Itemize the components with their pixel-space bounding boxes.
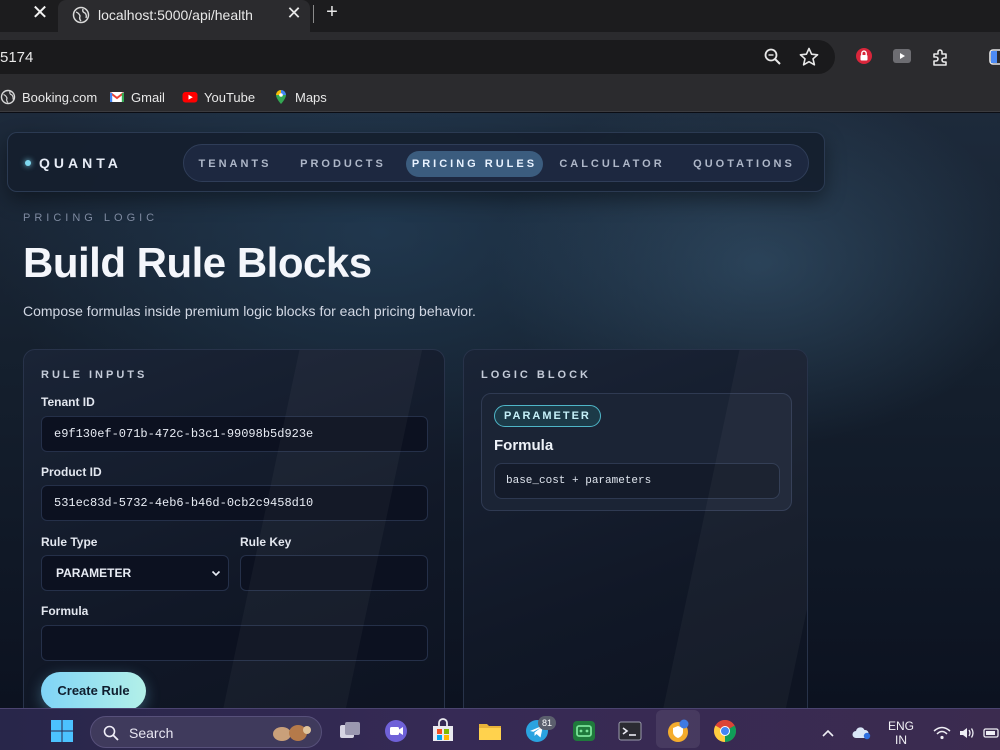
tab-separator	[313, 5, 314, 23]
youtube-icon	[182, 92, 198, 103]
bookmark-label: Booking.com	[22, 89, 98, 105]
browser-tabstrip: ✕ localhost:5000/api/health ✕ +	[0, 0, 1000, 32]
bookmarks-bar: Booking.com Gmail YouTube Maps	[0, 82, 1000, 112]
nav-calculator[interactable]: CALCULATOR	[556, 151, 668, 177]
new-tab-button[interactable]: +	[320, 0, 344, 26]
windows-start-icon[interactable]	[50, 719, 74, 743]
bookmark-label: Maps	[295, 89, 327, 105]
globe-icon	[0, 89, 16, 105]
formula-heading: Formula	[494, 437, 554, 454]
search-icon	[103, 725, 119, 741]
brand-name: QUANTA	[39, 155, 122, 171]
browser-tab[interactable]: localhost:5000/api/health ✕	[58, 0, 310, 32]
active-app-highlight	[656, 710, 700, 748]
logic-block-preview: PARAMETER Formula base_cost + parameters	[481, 393, 792, 511]
bookmark-youtube[interactable]: YouTube	[182, 88, 255, 106]
section-eyebrow: PRICING LOGIC	[23, 212, 159, 224]
close-tab-icon[interactable]: ✕	[28, 2, 52, 26]
rule-type-value: PARAMETER	[56, 566, 132, 580]
chevron-down-icon	[211, 570, 221, 577]
tenant-id-label: Tenant ID	[41, 395, 95, 409]
command-prompt-icon[interactable]	[617, 718, 643, 744]
globe-icon	[72, 6, 90, 24]
create-rule-button[interactable]: Create Rule	[41, 672, 146, 708]
volume-icon[interactable]	[958, 726, 976, 740]
rule-type-badge: PARAMETER	[494, 405, 601, 427]
bookmark-booking[interactable]: Booking.com	[0, 88, 97, 106]
bookmark-maps[interactable]: Maps	[273, 88, 327, 106]
nav-tenants[interactable]: TENANTS	[190, 151, 280, 177]
tenant-id-input[interactable]: e9f130ef-071b-472c-b3c1-99098b5d923e	[41, 416, 428, 452]
card-label: RULE INPUTS	[41, 369, 148, 381]
bookmark-label: YouTube	[204, 89, 256, 105]
rule-inputs-card: RULE INPUTS Tenant ID e9f130ef-071b-472c…	[23, 349, 445, 708]
side-panel-icon[interactable]	[988, 47, 1000, 67]
taskbar-search[interactable]: Search	[90, 716, 322, 748]
notification-badge: 81	[538, 716, 556, 730]
onedrive-cloud-icon[interactable]	[852, 726, 872, 740]
zoom-icon[interactable]	[763, 47, 783, 67]
nav-menu: TENANTS PRODUCTS PRICING RULES CALCULATO…	[183, 144, 809, 182]
rule-key-label: Rule Key	[240, 535, 292, 549]
extension-video-icon[interactable]	[892, 47, 912, 65]
page-title: Build Rule Blocks	[23, 239, 372, 286]
bookmark-star-icon[interactable]	[798, 46, 820, 68]
language-indicator[interactable]: ENG IN	[888, 719, 914, 747]
battery-icon[interactable]	[983, 726, 1000, 740]
bookmark-label: Gmail	[131, 89, 165, 105]
logic-block-card: LOGIC BLOCK PARAMETER Formula base_cost …	[463, 349, 808, 708]
page-subtitle: Compose formulas inside premium logic bl…	[23, 303, 476, 319]
file-explorer-icon[interactable]	[477, 718, 503, 744]
meet-app-icon[interactable]	[383, 718, 409, 744]
task-view-icon[interactable]	[337, 718, 363, 744]
bookmark-gmail[interactable]: Gmail	[109, 88, 165, 106]
tab-close-icon[interactable]: ✕	[283, 3, 305, 25]
url-text[interactable]: 5174	[0, 49, 33, 66]
chevron-up-icon[interactable]	[820, 726, 836, 740]
wifi-icon[interactable]	[933, 726, 951, 740]
store-icon[interactable]	[430, 718, 456, 744]
nav-products[interactable]: PRODUCTS	[291, 151, 395, 177]
formula-input[interactable]	[41, 625, 428, 661]
brand-dot-icon	[25, 160, 31, 166]
search-label: Search	[129, 725, 174, 741]
nav-quotations[interactable]: QUOTATIONS	[686, 151, 802, 177]
rule-type-label: Rule Type	[41, 535, 98, 549]
maps-icon	[276, 90, 286, 104]
nav-pricing-rules[interactable]: PRICING RULES	[406, 151, 543, 177]
extensions-puzzle-icon[interactable]	[930, 46, 952, 68]
rule-type-select[interactable]: PARAMETER	[41, 555, 229, 591]
rule-key-input[interactable]	[240, 555, 428, 591]
app-page: QUANTA TENANTS PRODUCTS PRICING RULES CA…	[0, 113, 1000, 708]
formula-label: Formula	[41, 604, 89, 618]
card-label: LOGIC BLOCK	[481, 369, 591, 381]
formula-preview: base_cost + parameters	[494, 463, 780, 499]
gmail-icon	[109, 92, 125, 102]
browser-toolbar: 5174	[0, 32, 1000, 82]
region-label: IN	[895, 733, 907, 747]
app-navbar: QUANTA TENANTS PRODUCTS PRICING RULES CA…	[7, 132, 825, 192]
product-id-input[interactable]: 531ec83d-5732-4eb6-b46d-0cb2c9458d10	[41, 485, 428, 521]
product-id-label: Product ID	[41, 465, 102, 479]
tab-title: localhost:5000/api/health	[98, 7, 253, 23]
search-highlight-icon	[273, 725, 311, 741]
extension-lock-icon[interactable]	[855, 47, 873, 65]
address-bar[interactable]: 5174	[0, 40, 835, 74]
brand-logo[interactable]: QUANTA	[25, 155, 122, 171]
language-label: ENG	[888, 719, 915, 733]
os-taskbar: Search ENG IN	[0, 708, 1000, 750]
chrome-icon[interactable]	[712, 718, 738, 744]
terminal-app-icon[interactable]	[571, 718, 597, 744]
